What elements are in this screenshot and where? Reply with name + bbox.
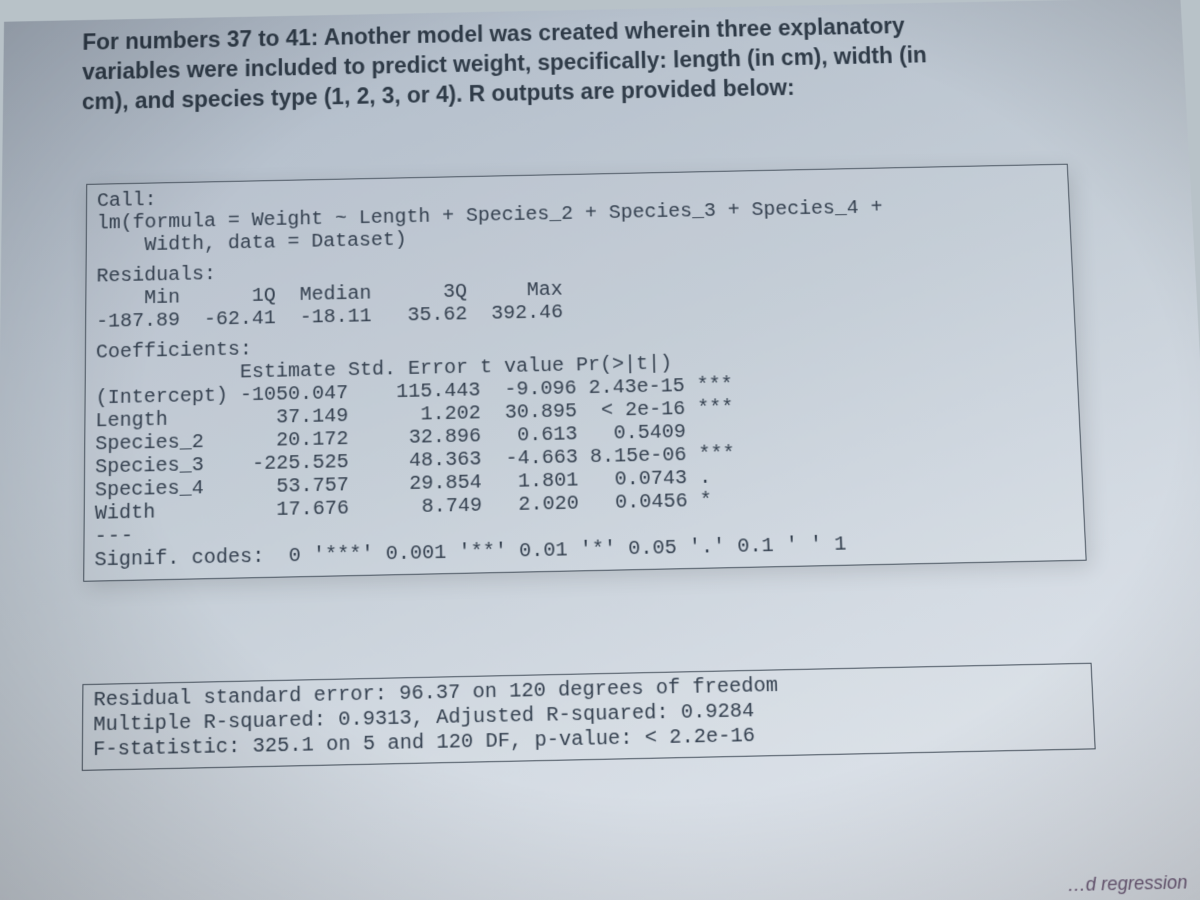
- question-intro: For numbers 37 to 41: Another model was …: [82, 6, 1166, 117]
- page-photo: For numbers 37 to 41: Another model was …: [0, 0, 1200, 900]
- model-stats-box: Residual standard error: 96.37 on 120 de…: [82, 663, 1096, 771]
- r-output-box: Call: lm(formula = Weight ~ Length + Spe…: [83, 164, 1086, 582]
- footer-fragment: …d regression: [1067, 872, 1188, 897]
